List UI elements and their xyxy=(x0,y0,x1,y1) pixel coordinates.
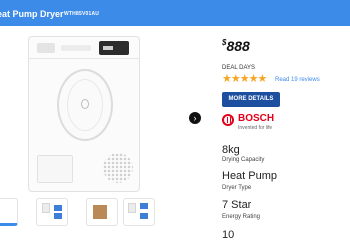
thumbnail-2[interactable] xyxy=(36,198,68,226)
thumbnail-1[interactable] xyxy=(0,198,18,226)
spec-label-energy: Energy Rating xyxy=(222,214,261,220)
deal-label: DEAL DAYS xyxy=(222,65,256,71)
thumb-box-icon xyxy=(140,203,148,209)
panel-buttons xyxy=(61,45,91,51)
brand-name: BOSCH xyxy=(238,113,275,124)
thumb-product-icon xyxy=(42,203,50,213)
product-title: eat Pump Dryer xyxy=(0,9,64,19)
bosch-logo-icon xyxy=(222,114,234,126)
product-main-image[interactable] xyxy=(28,36,140,192)
spec-value-water: 10 xyxy=(222,229,235,241)
thumbnail-3[interactable] xyxy=(86,198,118,226)
spec-value-capacity: 8kg xyxy=(222,144,240,156)
thumbnail-strip xyxy=(0,198,160,226)
control-panel xyxy=(29,37,139,59)
thumbnail-4[interactable] xyxy=(123,198,155,226)
more-details-button[interactable]: MORE DETAILS xyxy=(222,92,280,107)
panel-display xyxy=(99,41,129,55)
panel-knob xyxy=(37,43,55,53)
spec-value-energy: 7 Star xyxy=(222,199,252,211)
reviews-link[interactable]: Read 19 reviews xyxy=(275,77,320,83)
thumb-box-icon xyxy=(140,213,148,219)
price-amount: 888 xyxy=(226,38,250,54)
brand-tagline: Invented for life xyxy=(238,125,273,131)
product-header-bar: eat Pump Dryer WTH85V01AU xyxy=(0,0,350,26)
thumb-product-icon xyxy=(128,203,136,213)
thumb-package-icon xyxy=(93,205,107,219)
product-model-number: WTH85V01AU xyxy=(64,11,100,17)
price: $888 xyxy=(222,38,250,54)
spec-value-dryer-type: Heat Pump xyxy=(222,170,278,182)
next-image-arrow-icon[interactable]: › xyxy=(189,112,201,124)
spec-label-capacity: Drying Capacity xyxy=(222,157,265,163)
vent-grille xyxy=(103,153,133,183)
dryer-illustration xyxy=(28,36,140,192)
thumb-box-icon xyxy=(54,205,62,211)
thumb-box-icon xyxy=(54,213,62,219)
door-brand-mark xyxy=(81,99,89,109)
rating-stars-icon: ★★★★★ xyxy=(222,73,267,85)
water-tank xyxy=(37,155,73,183)
spec-label-dryer-type: Dryer Type xyxy=(222,185,252,191)
